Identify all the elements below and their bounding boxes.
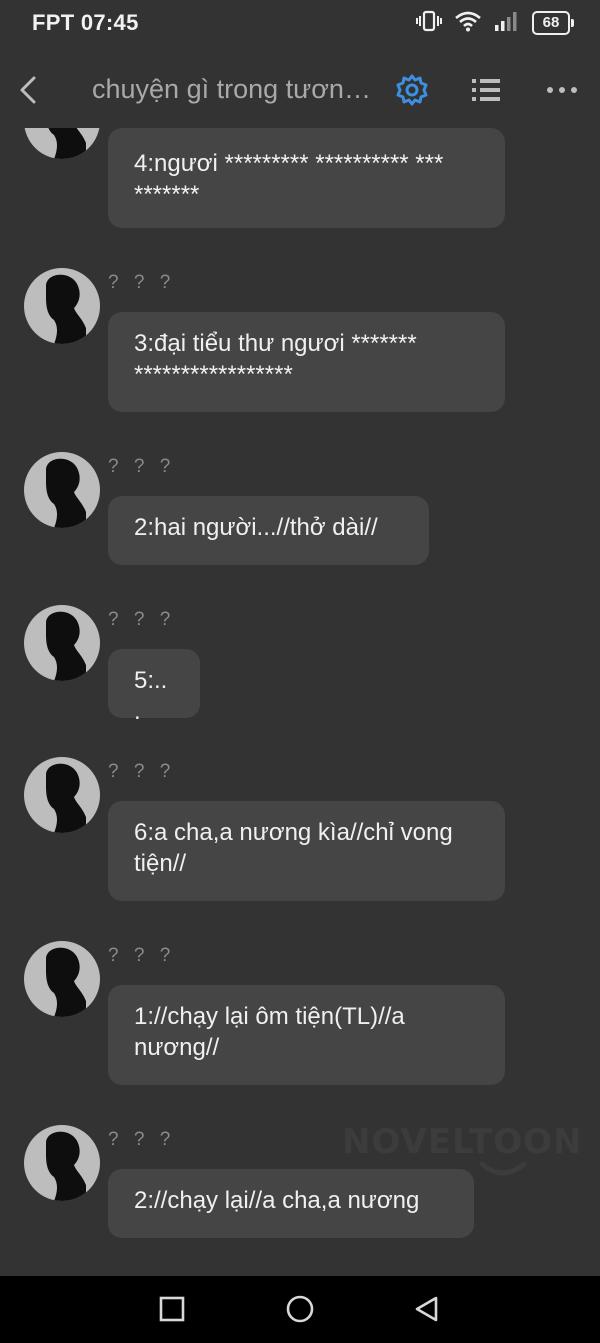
sender-name: ? ? ? (108, 761, 176, 782)
battery-icon: 68 (532, 11, 574, 35)
message-bubble: 6:a cha,a nương kìa//chỉ vong tiện// (108, 801, 505, 901)
chapter-list-button[interactable] (470, 74, 504, 106)
back-arrow-icon (20, 76, 36, 104)
noveltoon-watermark: NOVELTOON (342, 1122, 583, 1162)
more-button[interactable] (544, 76, 580, 104)
wifi-icon (454, 10, 482, 37)
watermark-smile-icon (479, 1161, 527, 1176)
sender-name: ? ? ? (108, 609, 176, 630)
message-bubble: 2://chạy lại//a cha,a nương (108, 1169, 474, 1238)
sender-name: ? ? ? (108, 272, 176, 293)
back-button[interactable] (14, 72, 44, 108)
sender-name: ? ? ? (108, 456, 176, 477)
message-bubble: 4:ngươi ********* ********** *** ******* (108, 128, 505, 228)
system-back-button[interactable] (412, 1294, 442, 1329)
message-bubble: 3:đại tiểu thư ngươi ******* ***********… (108, 312, 505, 412)
carrier-time: FPT 07:45 (32, 10, 139, 35)
list-icon (472, 79, 500, 101)
avatar[interactable] (24, 128, 100, 159)
message-bubble: 1://chạy lại ôm tiện(TL)//a nương// (108, 985, 505, 1085)
status-icons: 68 (416, 9, 574, 38)
settings-button[interactable] (395, 73, 429, 107)
chat-title: chuyện gì trong tương lai (92, 74, 377, 104)
back-triangle-icon (415, 1296, 438, 1322)
chat-header: chuyện gì trong tương lai (0, 58, 600, 122)
vibrate-icon (416, 9, 442, 38)
recents-square-icon (159, 1296, 185, 1322)
avatar[interactable] (24, 1125, 100, 1201)
sender-name: ? ? ? (108, 1129, 176, 1150)
chat-list[interactable]: 4:ngươi ********* ********** *** *******… (0, 128, 600, 1276)
gear-icon (396, 74, 428, 106)
home-button[interactable] (284, 1294, 316, 1329)
avatar[interactable] (24, 941, 100, 1017)
sender-name: ? ? ? (108, 945, 176, 966)
more-horizontal-icon (547, 87, 577, 93)
avatar[interactable] (24, 757, 100, 833)
message-bubble: 5:... (108, 649, 200, 725)
recents-button[interactable] (158, 1294, 186, 1329)
home-circle-icon (286, 1295, 314, 1323)
system-navigation-bar (0, 1276, 600, 1343)
signal-icon (494, 10, 520, 37)
avatar[interactable] (24, 268, 100, 344)
avatar[interactable] (24, 452, 100, 528)
avatar[interactable] (24, 605, 100, 681)
message-bubble: 2:hai người...//thở dài// (108, 496, 429, 565)
status-bar: FPT 07:45 68 (0, 0, 600, 46)
